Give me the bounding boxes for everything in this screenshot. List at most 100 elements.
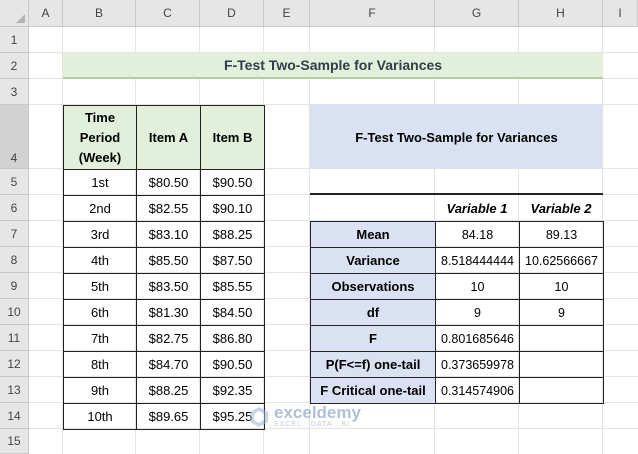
- row-header-8[interactable]: 8: [0, 247, 29, 273]
- col-header-e[interactable]: E: [264, 0, 310, 27]
- cell[interactable]: 10: [519, 273, 604, 300]
- cell[interactable]: $82.75: [136, 325, 201, 352]
- table-row: 4th $85.50 $87.50: [63, 247, 265, 274]
- table-row: 5th $83.50 $85.55: [63, 273, 265, 300]
- row-header-15[interactable]: 15: [0, 429, 29, 454]
- cell[interactable]: 8.518444444: [435, 247, 520, 274]
- col-header-g[interactable]: G: [435, 0, 519, 27]
- row-header-3[interactable]: 3: [0, 79, 29, 105]
- table-header-row: Time Period (Week) Item A Item B: [63, 105, 265, 170]
- variable-1-header[interactable]: Variable 1: [435, 195, 519, 221]
- row-header-12[interactable]: 12: [0, 351, 29, 377]
- cell[interactable]: $84.50: [200, 299, 265, 326]
- cell[interactable]: $90.50: [200, 351, 265, 378]
- cell[interactable]: 0.314574906: [435, 377, 520, 404]
- header-time-period[interactable]: Time Period (Week): [63, 105, 137, 170]
- row-header-6[interactable]: 6: [0, 195, 29, 221]
- cell[interactable]: $88.25: [136, 377, 201, 404]
- cell[interactable]: [519, 377, 604, 404]
- cell[interactable]: 9th: [63, 377, 137, 404]
- cell[interactable]: $90.10: [200, 195, 265, 222]
- watermark-text: exceldemy EXCEL · DATA · BI: [274, 404, 361, 428]
- table-row: F 0.801685646: [310, 325, 604, 352]
- col-header-f[interactable]: F: [310, 0, 435, 27]
- col-header-c[interactable]: C: [136, 0, 200, 27]
- result-label[interactable]: P(F<=f) one-tail: [310, 351, 436, 378]
- header-item-b[interactable]: Item B: [200, 105, 265, 170]
- table-row: Observations 10 10: [310, 273, 604, 300]
- row-header-4[interactable]: 4: [0, 105, 29, 169]
- cell[interactable]: 8th: [63, 351, 137, 378]
- row-header-13[interactable]: 13: [0, 377, 29, 403]
- cell[interactable]: 2nd: [63, 195, 137, 222]
- cell[interactable]: $85.50: [136, 247, 201, 274]
- cell[interactable]: $82.55: [136, 195, 201, 222]
- table-row: 10th $89.65 $95.25: [63, 403, 265, 430]
- watermark: exceldemy EXCEL · DATA · BI: [248, 404, 361, 428]
- row-header-2[interactable]: 2: [0, 53, 29, 79]
- cell[interactable]: 4th: [63, 247, 137, 274]
- cell[interactable]: $87.50: [200, 247, 265, 274]
- cell[interactable]: 5th: [63, 273, 137, 300]
- data-table: Time Period (Week) Item A Item B 1st $80.…: [63, 105, 265, 430]
- watermark-sub: EXCEL · DATA · BI: [274, 421, 350, 428]
- table-row: Variance 8.518444444 10.62566667: [310, 247, 604, 274]
- cell[interactable]: $88.25: [200, 221, 265, 248]
- table-row: 1st $80.50 $90.50: [63, 169, 265, 196]
- ftest-title[interactable]: F-Test Two-Sample for Variances: [310, 105, 603, 169]
- cell[interactable]: $84.70: [136, 351, 201, 378]
- cell[interactable]: 6th: [63, 299, 137, 326]
- result-label[interactable]: F Critical one-tail: [310, 377, 436, 404]
- result-label[interactable]: df: [310, 299, 436, 326]
- cell[interactable]: $89.65: [136, 403, 201, 430]
- cell[interactable]: $83.50: [136, 273, 201, 300]
- cell[interactable]: 10: [435, 273, 520, 300]
- sheet-title[interactable]: F-Test Two-Sample for Variances: [63, 53, 603, 79]
- col-header-b[interactable]: B: [63, 0, 136, 27]
- cell[interactable]: $85.55: [200, 273, 265, 300]
- spreadsheet: A B C D E F G H I 1 2 3 4 5 6 7 8 9 10 1…: [0, 0, 638, 454]
- cell[interactable]: 84.18: [435, 221, 520, 248]
- cell[interactable]: 7th: [63, 325, 137, 352]
- cell[interactable]: 0.801685646: [435, 325, 520, 352]
- cell[interactable]: $80.50: [136, 169, 201, 196]
- table-row: F Critical one-tail 0.314574906: [310, 377, 604, 404]
- cell[interactable]: $92.35: [200, 377, 265, 404]
- cell[interactable]: 3rd: [63, 221, 137, 248]
- col-header-h[interactable]: H: [519, 0, 603, 27]
- row-header-14[interactable]: 14: [0, 403, 29, 429]
- cell[interactable]: $90.50: [200, 169, 265, 196]
- cell[interactable]: 89.13: [519, 221, 604, 248]
- cell[interactable]: 9: [435, 299, 520, 326]
- cell[interactable]: $81.30: [136, 299, 201, 326]
- row-header-1[interactable]: 1: [0, 27, 29, 53]
- col-header-a[interactable]: A: [29, 0, 63, 27]
- cell[interactable]: 0.373659978: [435, 351, 520, 378]
- variable-2-header[interactable]: Variable 2: [519, 195, 603, 221]
- cell[interactable]: 10th: [63, 403, 137, 430]
- table-row: 8th $84.70 $90.50: [63, 351, 265, 378]
- cell[interactable]: [519, 325, 604, 352]
- result-label[interactable]: Observations: [310, 273, 436, 300]
- cell[interactable]: $86.80: [200, 325, 265, 352]
- row-header-10[interactable]: 10: [0, 299, 29, 325]
- select-all-corner[interactable]: [0, 0, 29, 27]
- table-row: 2nd $82.55 $90.10: [63, 195, 265, 222]
- cell[interactable]: [519, 351, 604, 378]
- result-label[interactable]: Mean: [310, 221, 436, 248]
- row-header-5[interactable]: 5: [0, 169, 29, 195]
- cell[interactable]: $83.10: [136, 221, 201, 248]
- cell[interactable]: 10.62566667: [519, 247, 604, 274]
- col-header-i[interactable]: I: [603, 0, 638, 27]
- exceldemy-logo-icon: [250, 406, 268, 427]
- cell[interactable]: 9: [519, 299, 604, 326]
- header-item-a[interactable]: Item A: [136, 105, 201, 170]
- row-header-11[interactable]: 11: [0, 325, 29, 351]
- row-header-7[interactable]: 7: [0, 221, 29, 247]
- result-label[interactable]: F: [310, 325, 436, 352]
- result-label[interactable]: Variance: [310, 247, 436, 274]
- col-header-d[interactable]: D: [200, 0, 264, 27]
- row-header-9[interactable]: 9: [0, 273, 29, 299]
- table-row: 9th $88.25 $92.35: [63, 377, 265, 404]
- cell[interactable]: 1st: [63, 169, 137, 196]
